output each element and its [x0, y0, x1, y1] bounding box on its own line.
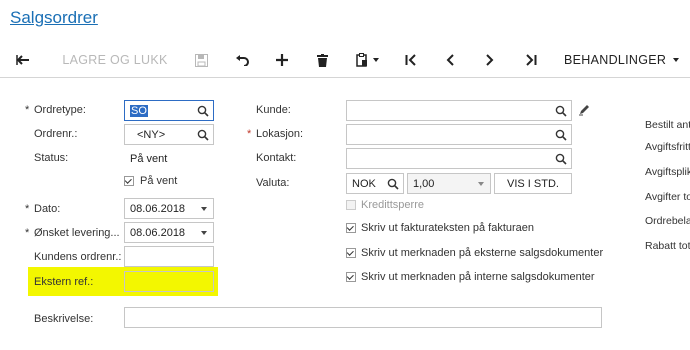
valuta-rate-value: 1,00	[413, 177, 435, 190]
summary-label-ordrebelop: Ordrebela	[645, 215, 690, 227]
trash-icon	[316, 53, 328, 67]
search-icon[interactable]	[555, 105, 567, 117]
ordrenr-input[interactable]: <NY>	[124, 124, 214, 145]
dato-value: 08.06.2018	[130, 202, 186, 215]
undo-icon	[236, 55, 249, 66]
kontakt-input[interactable]	[346, 148, 572, 169]
summary-label-bestilt: Bestilt ant	[645, 119, 690, 131]
dato-label: Dato:	[25, 203, 60, 215]
ordretype-value: SO	[130, 104, 148, 117]
page-title[interactable]: Salgsordrer	[10, 8, 98, 28]
chevron-left-icon	[446, 54, 454, 66]
ekstern-ref-input[interactable]	[124, 271, 214, 292]
onsket-levering-input[interactable]: 08.06.2018	[124, 222, 214, 243]
kunde-label: Kunde:	[256, 104, 291, 116]
pa-vent-checkbox[interactable]	[124, 176, 134, 186]
skriv-fakturatekst-checkbox[interactable]	[346, 223, 356, 233]
clipboard-icon	[355, 53, 367, 67]
add-button[interactable]	[271, 42, 293, 78]
actions-menu-button[interactable]: BEHANDLINGER	[558, 42, 690, 78]
status-value: På vent	[130, 152, 168, 165]
ordretype-label: Ordretype:	[25, 104, 86, 116]
back-button[interactable]	[12, 42, 34, 78]
pencil-icon[interactable]	[578, 103, 591, 116]
lokasjon-label: Lokasjon:	[247, 128, 303, 140]
search-icon[interactable]	[555, 129, 567, 141]
kontakt-label: Kontakt:	[256, 152, 297, 164]
delete-button[interactable]	[311, 42, 333, 78]
chevron-down-icon[interactable]	[478, 182, 484, 186]
last-record-button[interactable]	[520, 42, 542, 78]
onsket-levering-label: Ønsket levering...	[25, 227, 120, 239]
kunde-input[interactable]	[346, 100, 572, 121]
beskrivelse-input[interactable]	[124, 307, 602, 328]
valuta-rate-input[interactable]: 1,00	[407, 173, 491, 194]
valuta-currency-input[interactable]: NOK	[346, 173, 404, 194]
valuta-currency-value: NOK	[352, 177, 376, 190]
chevron-down-icon	[673, 58, 680, 62]
skriv-eksterne-checkbox[interactable]	[346, 248, 356, 258]
ekstern-ref-label: Ekstern ref.:	[34, 276, 94, 288]
search-icon[interactable]	[197, 129, 209, 141]
chevron-down-icon	[372, 58, 379, 62]
beskrivelse-label: Beskrivelse:	[34, 313, 94, 325]
summary-label-rabatt: Rabatt tot	[645, 240, 690, 252]
save-and-close-button[interactable]: LAGRE OG LUKK	[56, 42, 174, 78]
ordrenr-label: Ordrenr.:	[34, 128, 78, 140]
onsket-levering-value: 08.06.2018	[130, 226, 186, 239]
ordretype-input[interactable]: SO	[124, 100, 214, 121]
search-icon[interactable]	[555, 153, 567, 165]
chevron-down-icon[interactable]	[201, 207, 207, 211]
lokasjon-input[interactable]	[346, 124, 572, 145]
arrow-left-icon	[16, 55, 29, 65]
search-icon[interactable]	[197, 105, 209, 117]
valuta-label: Valuta:	[256, 177, 290, 189]
chevron-down-icon[interactable]	[201, 231, 207, 235]
undo-button[interactable]	[231, 42, 253, 78]
skriv-interne-label: Skriv ut merknaden på interne salgsdokum…	[361, 271, 595, 283]
kredittsperre-checkbox[interactable]	[346, 200, 356, 210]
dato-input[interactable]: 08.06.2018	[124, 198, 214, 219]
save-button[interactable]	[190, 42, 212, 78]
last-record-icon	[526, 54, 537, 66]
skriv-fakturatekst-label: Skriv ut fakturateksten på fakturaen	[361, 222, 535, 234]
floppy-disk-icon	[194, 53, 208, 67]
skriv-eksterne-label: Skriv ut merknaden på eksterne salgsdoku…	[361, 247, 604, 259]
skriv-interne-checkbox[interactable]	[346, 272, 356, 282]
pa-vent-label: På vent	[140, 175, 178, 187]
actions-menu-label: BEHANDLINGER	[564, 53, 667, 67]
first-record-icon	[405, 54, 416, 66]
kredittsperre-label: Kredittsperre	[361, 199, 424, 211]
plus-icon	[276, 54, 288, 66]
search-icon[interactable]	[387, 178, 399, 190]
summary-label-avgifter: Avgifter to	[645, 191, 690, 203]
vis-i-std-button[interactable]: VIS I STD.	[494, 173, 572, 194]
first-record-button[interactable]	[400, 42, 422, 78]
toolbar: LAGRE OG LUKK BEHANDLINGER	[0, 42, 690, 78]
chevron-right-icon	[486, 54, 494, 66]
summary-label-avgiftsfritt: Avgiftsfritt	[645, 141, 690, 153]
kundens-ordrenr-label: Kundens ordrenr.:	[34, 251, 122, 263]
summary-label-avgiftspliktig: Avgiftsplik	[645, 166, 690, 178]
ordrenr-value: <NY>	[137, 128, 166, 141]
status-label: Status:	[34, 152, 69, 164]
paste-dropdown-button[interactable]	[350, 42, 384, 78]
kundens-ordrenr-input[interactable]	[124, 246, 214, 267]
previous-record-button[interactable]	[439, 42, 461, 78]
next-record-button[interactable]	[479, 42, 501, 78]
